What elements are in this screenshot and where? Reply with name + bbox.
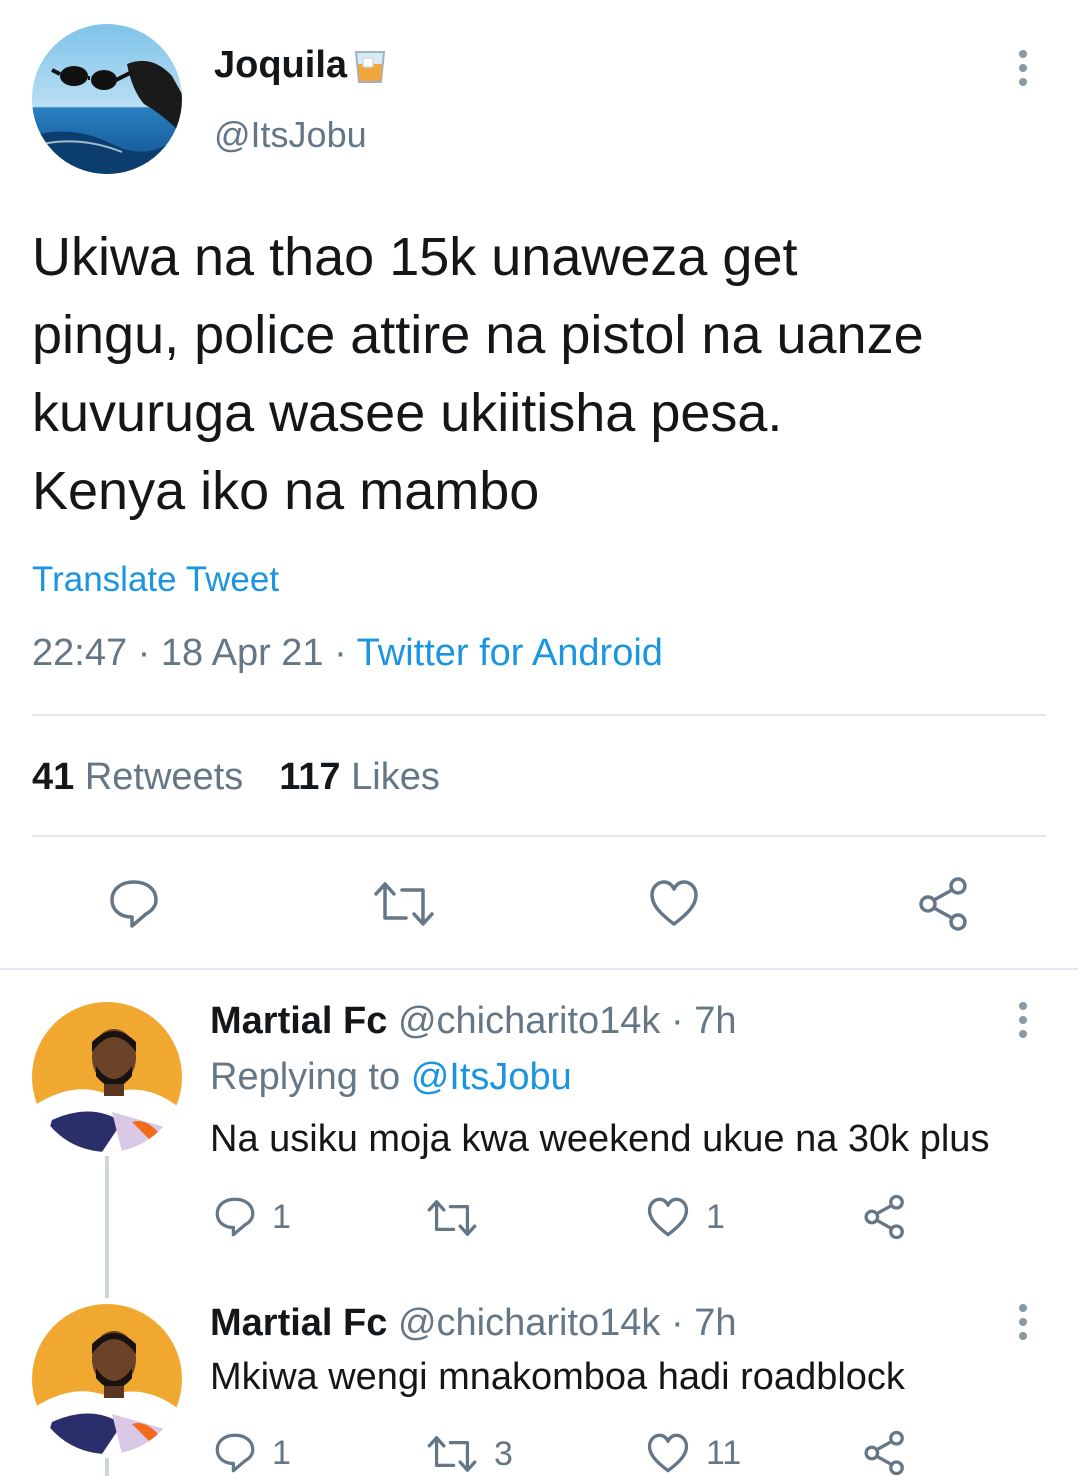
like-button[interactable]: [648, 878, 700, 928]
author-handle[interactable]: @ItsJobu: [214, 114, 367, 156]
likes-label: Likes: [351, 756, 440, 798]
reply-button[interactable]: 1: [214, 1432, 291, 1474]
tweet-text-line: Ukiwa na thao 15k unaweza get: [32, 227, 798, 287]
reply-header: Martial Fc @chicharito14k · 7h: [210, 1302, 736, 1345]
reply-age: · 7h: [671, 1000, 737, 1042]
likes-stat[interactable]: 117 Likes: [279, 756, 440, 799]
reply-button[interactable]: 1: [214, 1196, 291, 1238]
metadata-separator: ·: [137, 632, 151, 674]
share-nodes-icon: [864, 1430, 904, 1476]
retweet-button[interactable]: [426, 1198, 494, 1238]
retweet-arrows-icon: [427, 1436, 477, 1472]
tweet-metadata: 22:47 · 18 Apr 21 · Twitter for Android: [32, 632, 663, 675]
share-button[interactable]: [862, 1194, 908, 1240]
like-count: 1: [706, 1197, 725, 1236]
vertical-ellipsis-icon[interactable]: [1016, 1002, 1030, 1044]
share-button[interactable]: [862, 1430, 908, 1476]
heart-icon: [647, 1433, 689, 1473]
tweet-stats: 41 Retweets 117 Likes: [32, 756, 440, 799]
retweets-stat[interactable]: 41 Retweets: [32, 756, 243, 799]
reply-count: 1: [272, 1433, 291, 1472]
like-count: 11: [706, 1433, 742, 1472]
retweet-button[interactable]: 3: [426, 1434, 513, 1474]
reply-text: Na usiku moja kwa weekend ukue na 30k pl…: [210, 1118, 990, 1160]
comment-bubble-icon: [110, 880, 158, 928]
reply-author-handle[interactable]: @chicharito14k: [398, 1000, 660, 1042]
share-button[interactable]: [916, 876, 972, 932]
tweet-client-link[interactable]: Twitter for Android: [357, 632, 663, 674]
thread-connector: [105, 1458, 109, 1476]
retweet-button[interactable]: [372, 880, 436, 928]
divider: [32, 714, 1046, 716]
thread-connector: [105, 1156, 109, 1298]
tweet-time: 22:47: [32, 632, 128, 674]
author-avatar[interactable]: [32, 24, 182, 174]
reply-avatar[interactable]: [32, 1304, 182, 1454]
tweet-text-line: kuvuruga wasee ukiitisha pesa.: [32, 383, 783, 443]
divider: [0, 968, 1078, 970]
heart-icon: [650, 880, 698, 926]
retweet-count: 3: [494, 1434, 513, 1473]
heart-icon: [647, 1197, 689, 1237]
comment-bubble-icon: [215, 1197, 255, 1237]
reply-text: Mkiwa wengi mnakomboa hadi roadblock: [210, 1356, 905, 1398]
share-nodes-icon: [864, 1194, 904, 1240]
retweets-count: 41: [32, 756, 75, 798]
reply-author-name[interactable]: Martial Fc: [210, 1000, 387, 1042]
vertical-ellipsis-icon[interactable]: [1016, 1304, 1030, 1346]
comment-bubble-icon: [215, 1433, 255, 1473]
tweet-date: 18 Apr 21: [160, 632, 324, 674]
tweet-text-line: Kenya iko na mambo: [32, 461, 540, 521]
metadata-separator: ·: [334, 632, 347, 674]
reply-count: 1: [272, 1197, 291, 1236]
retweets-label: Retweets: [84, 756, 244, 798]
likes-count: 117: [279, 756, 341, 798]
reply-avatar[interactable]: [32, 1002, 182, 1152]
reply-author-name[interactable]: Martial Fc: [210, 1302, 387, 1344]
author-name[interactable]: Joquila: [214, 44, 347, 87]
reply-age: · 7h: [671, 1302, 737, 1344]
share-nodes-icon: [919, 877, 967, 931]
tweet-text: Ukiwa na thao 15k unaweza get pingu, pol…: [32, 218, 924, 530]
reply-author-handle[interactable]: @chicharito14k: [398, 1302, 660, 1344]
retweet-arrows-icon: [427, 1200, 477, 1236]
replying-to: Replying to @ItsJobu: [210, 1056, 572, 1099]
like-button[interactable]: 1: [646, 1196, 725, 1238]
like-button[interactable]: 11: [646, 1432, 741, 1474]
replying-to-label: Replying to: [210, 1056, 401, 1098]
tweet-text-line: pingu, police attire na pistol na uanze: [32, 305, 924, 365]
replying-to-handle[interactable]: @ItsJobu: [411, 1056, 572, 1098]
retweet-arrows-icon: [374, 882, 434, 926]
divider: [32, 835, 1046, 837]
whisky-glass-icon: [353, 48, 387, 84]
vertical-ellipsis-icon[interactable]: [1016, 50, 1030, 92]
translate-tweet-link[interactable]: Translate Tweet: [32, 560, 279, 600]
reply-header: Martial Fc @chicharito14k · 7h: [210, 1000, 736, 1043]
reply-button[interactable]: [108, 878, 160, 930]
